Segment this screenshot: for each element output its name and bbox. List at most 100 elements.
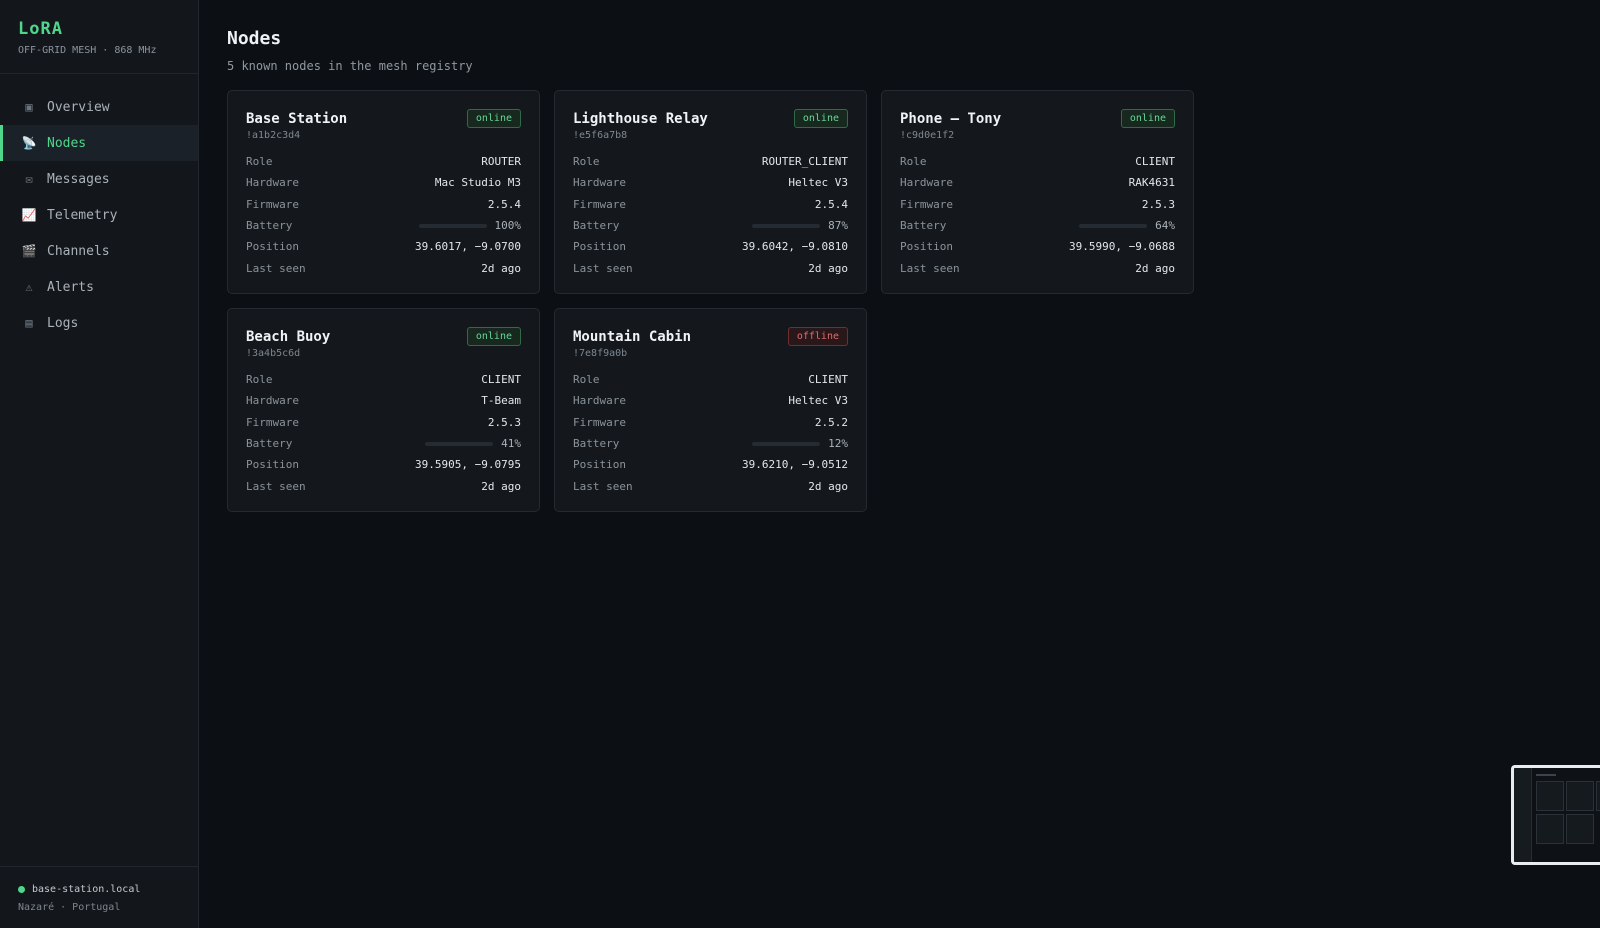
minimap-title-line bbox=[1536, 774, 1556, 776]
clapperboard-icon: 🎬 bbox=[21, 244, 37, 258]
detail-value: Heltec V3 bbox=[788, 176, 848, 190]
sidebar-item-label: Messages bbox=[47, 171, 110, 187]
detail-label: Hardware bbox=[900, 176, 953, 190]
node-card[interactable]: Beach Buoy !3a4b5c6d online Role CLIENT H… bbox=[227, 308, 540, 512]
status-badge: online bbox=[1120, 109, 1175, 128]
detail-label: Hardware bbox=[573, 394, 626, 408]
node-name: Lighthouse Relay bbox=[573, 111, 708, 127]
battery-indicator: 87% bbox=[752, 219, 848, 232]
sidebar-item-telemetry[interactable]: 📈 Telemetry bbox=[0, 197, 198, 233]
battery-indicator: 12% bbox=[752, 437, 848, 450]
status-badge: online bbox=[793, 109, 848, 128]
detail-value: 2.5.4 bbox=[814, 197, 848, 211]
overview-icon: ▣ bbox=[25, 100, 33, 114]
detail-label: Role bbox=[246, 155, 273, 169]
sidebar-item-logs[interactable]: ▤ Logs bbox=[0, 305, 198, 341]
sidebar-item-channels[interactable]: 🎬 Channels bbox=[0, 233, 198, 269]
node-card[interactable]: Lighthouse Relay !e5f6a7b8 online Role RO… bbox=[554, 90, 867, 294]
host-row: base-station.local bbox=[18, 884, 180, 895]
detail-value: 2d ago bbox=[808, 479, 848, 493]
sidebar-item-nodes[interactable]: 📡 Nodes bbox=[0, 125, 198, 161]
detail-label: Position bbox=[246, 240, 299, 254]
node-id: !c9d0e1f2 bbox=[900, 130, 955, 141]
detail-label: Last seen bbox=[573, 479, 633, 493]
battery-indicator: 100% bbox=[418, 219, 521, 232]
node-card[interactable]: Mountain Cabin !7e8f9a0b offline Role CLI… bbox=[554, 308, 867, 512]
minimap-card bbox=[1596, 781, 1600, 811]
page-subtitle: 5 known nodes in the mesh registry bbox=[227, 59, 473, 73]
detail-label: Last seen bbox=[573, 261, 633, 275]
status-badge: online bbox=[466, 327, 521, 346]
sidebar-footer: base-station.local Nazaré · Portugal bbox=[0, 866, 198, 928]
detail-row-last-seen: Last seen 2d ago bbox=[573, 257, 848, 278]
detail-label: Battery bbox=[900, 219, 947, 233]
detail-row-battery: Battery 41% bbox=[246, 433, 521, 454]
brand-title: LoRA bbox=[18, 19, 63, 39]
battery-percent: 41% bbox=[501, 437, 521, 451]
detail-label: Position bbox=[246, 458, 299, 472]
detail-label: Firmware bbox=[246, 415, 299, 429]
node-details: Role ROUTER_CLIENT Hardware Heltec V3 Firm… bbox=[573, 151, 848, 279]
detail-value: 2d ago bbox=[481, 479, 521, 493]
detail-row-position: Position 39.6210, −9.0512 bbox=[573, 454, 848, 475]
warning-icon: ⚠ bbox=[25, 280, 33, 294]
detail-label: Position bbox=[573, 458, 626, 472]
detail-row-firmware: Firmware 2.5.3 bbox=[246, 412, 521, 433]
sidebar-item-overview[interactable]: ▣ Overview bbox=[0, 89, 198, 125]
detail-row-hardware: Hardware Mac Studio M3 bbox=[246, 172, 521, 193]
detail-row-firmware: Firmware 2.5.2 bbox=[573, 412, 848, 433]
detail-row-hardware: Hardware T-Beam bbox=[246, 390, 521, 411]
node-card[interactable]: Base Station !a1b2c3d4 online Role ROUTER… bbox=[227, 90, 540, 294]
detail-value: RAK4631 bbox=[1128, 176, 1175, 190]
battery-indicator: 41% bbox=[425, 437, 521, 450]
node-details: Role CLIENT Hardware RAK4631 Firmware 2.5.3… bbox=[900, 151, 1175, 279]
detail-row-battery: Battery 100% bbox=[246, 215, 521, 236]
detail-row-role: Role CLIENT bbox=[246, 369, 521, 390]
detail-value: Mac Studio M3 bbox=[434, 176, 521, 190]
node-card[interactable]: Phone — Tony !c9d0e1f2 online Role CLIENT… bbox=[881, 90, 1194, 294]
card-title-block: Lighthouse Relay !e5f6a7b8 bbox=[573, 109, 708, 141]
detail-value: 2d ago bbox=[481, 261, 521, 275]
detail-value: Heltec V3 bbox=[788, 394, 848, 408]
detail-label: Firmware bbox=[246, 197, 299, 211]
sidebar-item-messages[interactable]: ✉ Messages bbox=[0, 161, 198, 197]
card-title-block: Phone — Tony !c9d0e1f2 bbox=[900, 109, 1001, 141]
detail-value: ROUTER_CLIENT bbox=[761, 155, 848, 169]
detail-value: 2.5.3 bbox=[487, 415, 521, 429]
detail-label: Role bbox=[573, 373, 600, 387]
chart-up-icon: 📈 bbox=[21, 208, 37, 222]
detail-row-position: Position 39.5990, −9.0688 bbox=[900, 236, 1175, 257]
card-header: Mountain Cabin !7e8f9a0b offline bbox=[573, 327, 848, 359]
minimap-preview[interactable] bbox=[1511, 765, 1600, 865]
card-title-block: Mountain Cabin !7e8f9a0b bbox=[573, 327, 691, 359]
node-id: !e5f6a7b8 bbox=[573, 130, 628, 141]
detail-row-last-seen: Last seen 2d ago bbox=[246, 475, 521, 496]
detail-label: Hardware bbox=[573, 176, 626, 190]
node-grid: Base Station !a1b2c3d4 online Role ROUTER… bbox=[227, 90, 1572, 512]
battery-bar bbox=[752, 223, 821, 228]
battery-indicator: 64% bbox=[1079, 219, 1175, 232]
node-id: !a1b2c3d4 bbox=[246, 130, 301, 141]
node-details: Role ROUTER Hardware Mac Studio M3 Firmwar… bbox=[246, 151, 521, 279]
detail-label: Battery bbox=[573, 437, 620, 451]
detail-label: Position bbox=[900, 240, 953, 254]
detail-value: CLIENT bbox=[1135, 155, 1175, 169]
sidebar-item-alerts[interactable]: ⚠ Alerts bbox=[0, 269, 198, 305]
detail-row-hardware: Hardware Heltec V3 bbox=[573, 390, 848, 411]
app-root: LoRA OFF-GRID MESH · 868 MHz ▣ Overview … bbox=[0, 0, 1600, 928]
detail-label: Hardware bbox=[246, 394, 299, 408]
envelope-icon: ✉ bbox=[25, 172, 33, 186]
detail-row-role: Role CLIENT bbox=[900, 151, 1175, 172]
card-title-block: Beach Buoy !3a4b5c6d bbox=[246, 327, 330, 359]
sidebar-nav: ▣ Overview 📡 Nodes ✉ Messages 📈 Telemetr… bbox=[0, 74, 198, 341]
detail-value: 2.5.4 bbox=[487, 197, 521, 211]
card-title-block: Base Station !a1b2c3d4 bbox=[246, 109, 347, 141]
node-details: Role CLIENT Hardware T-Beam Firmware 2.5.3 … bbox=[246, 369, 521, 497]
sidebar-item-label: Overview bbox=[47, 99, 110, 115]
detail-row-battery: Battery 12% bbox=[573, 433, 848, 454]
detail-row-firmware: Firmware 2.5.4 bbox=[573, 194, 848, 215]
log-icon: ▤ bbox=[25, 316, 33, 330]
battery-bar bbox=[752, 441, 821, 446]
sidebar-item-label: Logs bbox=[47, 315, 79, 331]
detail-label: Role bbox=[573, 155, 600, 169]
